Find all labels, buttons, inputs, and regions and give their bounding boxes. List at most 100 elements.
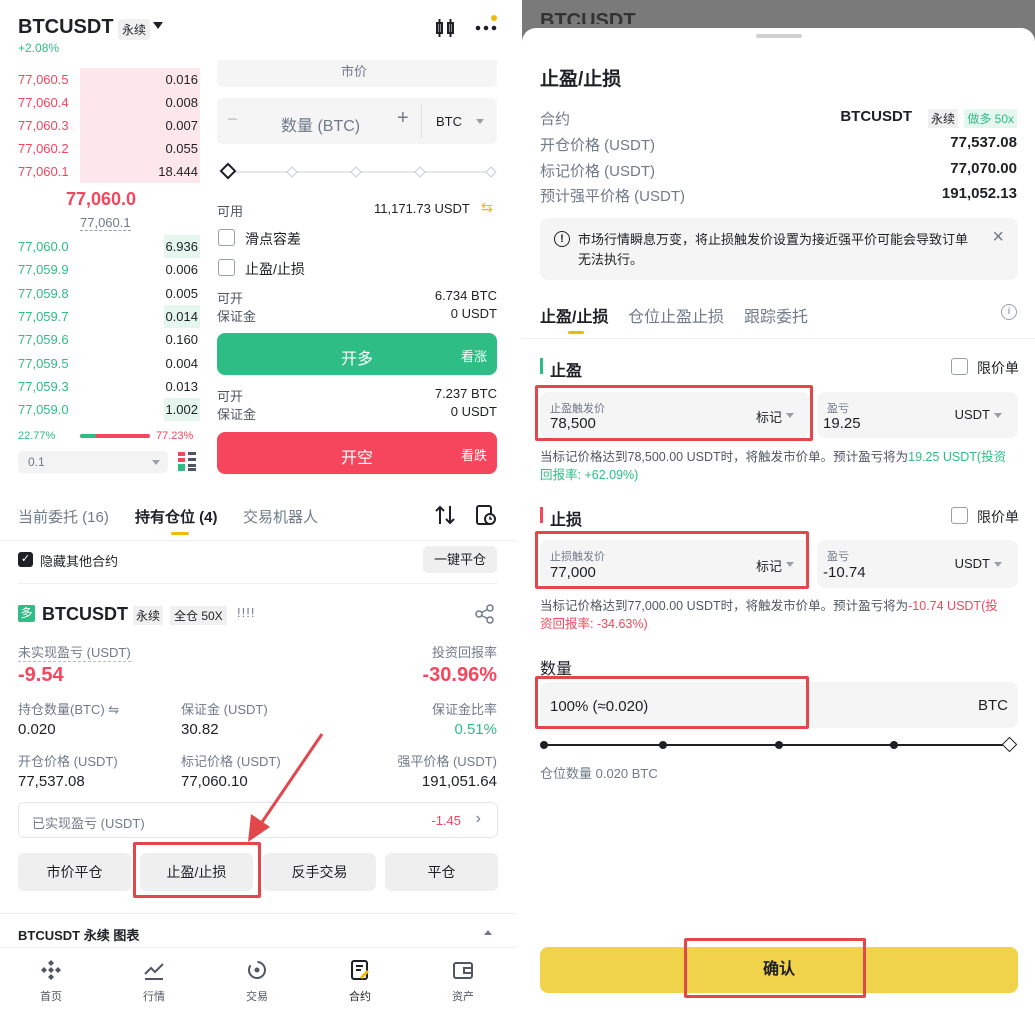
bid-row[interactable]: 77,059.6 0.160: [0, 328, 200, 351]
slider-step-dot[interactable]: [485, 166, 497, 178]
tpsl-checkbox[interactable]: [218, 259, 235, 276]
sheet-title: 止盈/止损: [540, 69, 622, 90]
slider-step-dot[interactable]: [350, 166, 362, 178]
perpetual-badge: 永续: [118, 19, 151, 40]
tpsl-qty-slider-handle[interactable]: [1001, 736, 1018, 753]
tpsl-bottom-sheet: 止盈/止损 合约 BTCUSDT 永续 做多 50x 开仓价格 (USDT) 7…: [522, 28, 1035, 1022]
quantity-input[interactable]: − 数量 (BTC) + BTC: [217, 98, 497, 144]
tp-trigger-type[interactable]: 标记: [756, 407, 782, 426]
market-price-input[interactable]: 市价: [217, 60, 497, 87]
drag-handle[interactable]: [756, 34, 802, 38]
tpsl-button[interactable]: 止盈/止损: [140, 853, 253, 891]
tab-open-orders[interactable]: 当前委托 (16): [18, 506, 109, 527]
nav-home[interactable]: 首页: [11, 958, 91, 1004]
open-long-button[interactable]: 开多 看涨: [217, 333, 497, 375]
minus-icon[interactable]: −: [227, 109, 238, 130]
tp-trigger-input[interactable]: 止盈触发价 78,500 标记: [540, 392, 810, 438]
bid-row[interactable]: 77,059.7 0.014: [0, 305, 200, 328]
market-close-button[interactable]: 市价平仓: [18, 853, 131, 891]
ask-row[interactable]: 77,060.4 0.008: [0, 91, 200, 114]
size-label: 持仓数量(BTC) ⇋: [18, 699, 119, 718]
size-value: 0.020: [18, 721, 56, 738]
slider-step-dot[interactable]: [414, 166, 426, 178]
bid-row[interactable]: 77,059.9 0.006: [0, 258, 200, 281]
slippage-checkbox[interactable]: [218, 229, 235, 246]
nav-assets[interactable]: 资产: [423, 958, 503, 1004]
tab-trailing-stop[interactable]: 跟踪委托: [744, 303, 808, 327]
ask-row[interactable]: 77,060.1 18.444: [0, 160, 200, 183]
tab-trading-bots[interactable]: 交易机器人: [243, 506, 318, 527]
long-open-value: 6.734 BTC: [434, 288, 497, 303]
bearish-label: 看跌: [460, 448, 487, 463]
tab-tpsl[interactable]: 止盈/止损: [540, 303, 608, 327]
sort-icon[interactable]: [434, 504, 456, 526]
close-all-button[interactable]: 一键平仓: [423, 546, 497, 573]
sl-pnl-unit[interactable]: USDT: [955, 556, 990, 571]
confirm-button[interactable]: 确认: [540, 947, 1018, 993]
tp-pnl-input[interactable]: 盈亏 19.25 USDT: [817, 392, 1018, 438]
qty-unit[interactable]: BTC: [436, 114, 462, 129]
bid-row[interactable]: 77,059.8 0.005: [0, 282, 200, 305]
share-icon[interactable]: [475, 604, 495, 624]
tab-positions[interactable]: 持有仓位 (4): [135, 506, 218, 527]
slider-step-dot[interactable]: [540, 741, 548, 749]
sl-pnl-input[interactable]: 盈亏 -10.74 USDT: [817, 540, 1018, 588]
more-icon[interactable]: [474, 14, 498, 36]
tp-limit-checkbox[interactable]: [951, 358, 968, 375]
slider-step-dot[interactable]: [775, 741, 783, 749]
tpsl-qty-input[interactable]: 100% (≈0.020) BTC: [540, 682, 1018, 728]
tab-position-tpsl[interactable]: 仓位止盈止损: [628, 303, 724, 327]
switch-icon[interactable]: ⇋: [108, 702, 119, 717]
precision-select[interactable]: 0.1: [18, 451, 168, 473]
candlestick-icon[interactable]: [434, 18, 456, 38]
ratio-bar-buy: [80, 434, 96, 438]
hide-others-checkbox[interactable]: ✓: [18, 552, 33, 567]
bid-row[interactable]: 77,060.0 6.936: [0, 235, 200, 258]
slider-step-dot[interactable]: [659, 741, 667, 749]
binance-logo-icon: [41, 960, 61, 980]
chevron-down-icon[interactable]: [786, 413, 794, 418]
bid-row[interactable]: 77,059.0 1.002: [0, 398, 200, 421]
nav-futures[interactable]: 合约: [320, 958, 400, 1004]
ask-row[interactable]: 77,060.5 0.016: [0, 68, 200, 91]
tp-pnl-unit[interactable]: USDT: [955, 407, 990, 422]
reverse-trade-button[interactable]: 反手交易: [263, 853, 376, 891]
bid-row[interactable]: 77,059.5 0.004: [0, 352, 200, 375]
symbol-title[interactable]: BTCUSDT: [18, 16, 114, 39]
slider-step-dot[interactable]: [286, 166, 298, 178]
chevron-down-icon[interactable]: [994, 562, 1002, 567]
ask-row[interactable]: 77,060.3 0.007: [0, 114, 200, 137]
sl-trigger-type[interactable]: 标记: [756, 556, 782, 575]
bid-row[interactable]: 77,059.3 0.013: [0, 375, 200, 398]
ask-row[interactable]: 77,060.2 0.055: [0, 137, 200, 160]
close-icon[interactable]: ×: [992, 226, 1004, 249]
sl-limit-checkbox[interactable]: [951, 507, 968, 524]
mark-price[interactable]: 77,060.1: [80, 215, 131, 231]
chevron-down-icon[interactable]: [786, 562, 794, 567]
nav-markets[interactable]: 行情: [114, 958, 194, 1004]
slider-step-dot[interactable]: [890, 741, 898, 749]
bid-price: 77,059.6: [18, 332, 69, 347]
bg-symbol-title: BTCUSDT: [540, 10, 636, 24]
realized-value: -1.45: [431, 813, 461, 828]
qty-slider-handle[interactable]: [219, 162, 237, 180]
chevron-down-icon[interactable]: [994, 413, 1002, 418]
history-icon[interactable]: [475, 504, 497, 526]
warning-banner: ! 市场行情瞬息万变，将止损触发价设置为接近强平价可能会导致订单无法执行。 ×: [540, 218, 1018, 280]
transfer-icon[interactable]: ⇆: [481, 199, 493, 216]
long-side-badge: 多: [18, 605, 35, 622]
nav-trade[interactable]: 交易: [217, 958, 297, 1004]
position-symbol[interactable]: BTCUSDT: [42, 604, 128, 625]
plus-icon[interactable]: +: [397, 107, 409, 130]
chevron-down-icon[interactable]: [153, 22, 163, 29]
sl-trigger-input[interactable]: 止损触发价 77,000 标记: [540, 540, 810, 588]
info-icon[interactable]: i: [1001, 304, 1017, 320]
chevron-down-icon[interactable]: [476, 119, 484, 124]
bid-qty: 0.160: [165, 332, 198, 347]
chart-row-label[interactable]: BTCUSDT 永续 图表: [18, 925, 139, 944]
chevron-up-icon[interactable]: [484, 930, 492, 935]
orderbook-layout-icon[interactable]: [178, 452, 196, 472]
upnl-label[interactable]: 未实现盈亏 (USDT): [18, 642, 131, 662]
open-short-button[interactable]: 开空 看跌: [217, 432, 497, 474]
close-position-button[interactable]: 平仓: [385, 853, 498, 891]
